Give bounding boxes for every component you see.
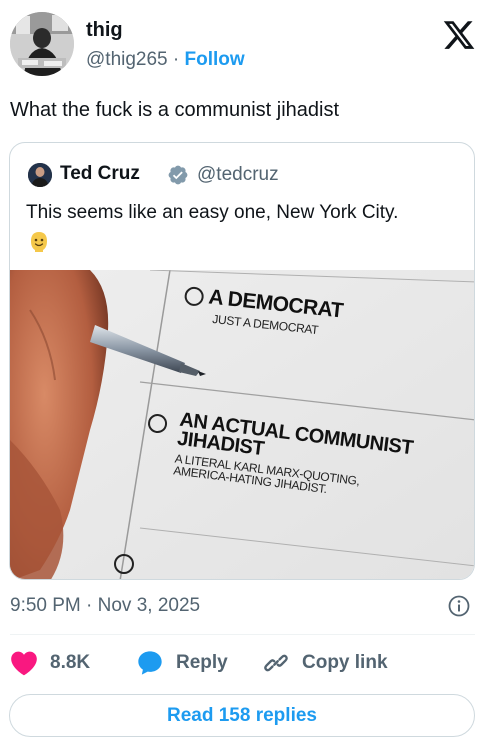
quoted-tweet-text: This seems like an easy one, New York Ci… [26, 202, 399, 223]
like-count: 8.8K [50, 652, 91, 673]
read-replies-button[interactable]: Read 158 replies [9, 694, 475, 737]
author-display-name[interactable]: thig [86, 19, 123, 42]
handle-separator: · [167, 49, 185, 70]
like-button[interactable]: 8.8K [10, 648, 90, 678]
info-icon[interactable] [447, 594, 471, 618]
follow-button[interactable]: Follow [185, 49, 245, 70]
author-handle[interactable]: @thig265 [86, 49, 168, 70]
quoted-tweet-card[interactable]: Ted Cruz @tedcruz This seems like an eas… [9, 142, 475, 580]
smiling-face-emoji-icon [31, 232, 47, 252]
author-handle-row: @thig265 · Follow [86, 49, 245, 71]
quoted-author-handle[interactable]: @tedcruz [197, 164, 279, 186]
link-icon [264, 654, 288, 672]
copy-link-button[interactable]: Copy link [262, 648, 388, 678]
copy-link-label: Copy link [302, 652, 388, 673]
quoted-author-avatar[interactable] [28, 163, 52, 187]
tweet-text: What the fuck is a communist jihadist [10, 99, 340, 121]
x-logo-icon[interactable] [442, 18, 476, 52]
quoted-author-name[interactable]: Ted Cruz [60, 163, 140, 185]
speech-bubble-icon [138, 651, 162, 675]
heart-icon [11, 651, 37, 676]
divider [10, 634, 475, 635]
reply-label: Reply [176, 652, 228, 673]
tweet-actions: 8.8K Reply Copy link [10, 648, 480, 678]
tweet-header: thig @thig265 · Follow [10, 12, 484, 76]
verified-badge-icon [168, 165, 188, 185]
tweet-timestamp[interactable]: 9:50 PM · Nov 3, 2025 [10, 595, 200, 617]
hand-with-pen [10, 270, 206, 579]
reply-button[interactable]: Reply [136, 648, 228, 678]
author-avatar[interactable] [10, 12, 74, 76]
